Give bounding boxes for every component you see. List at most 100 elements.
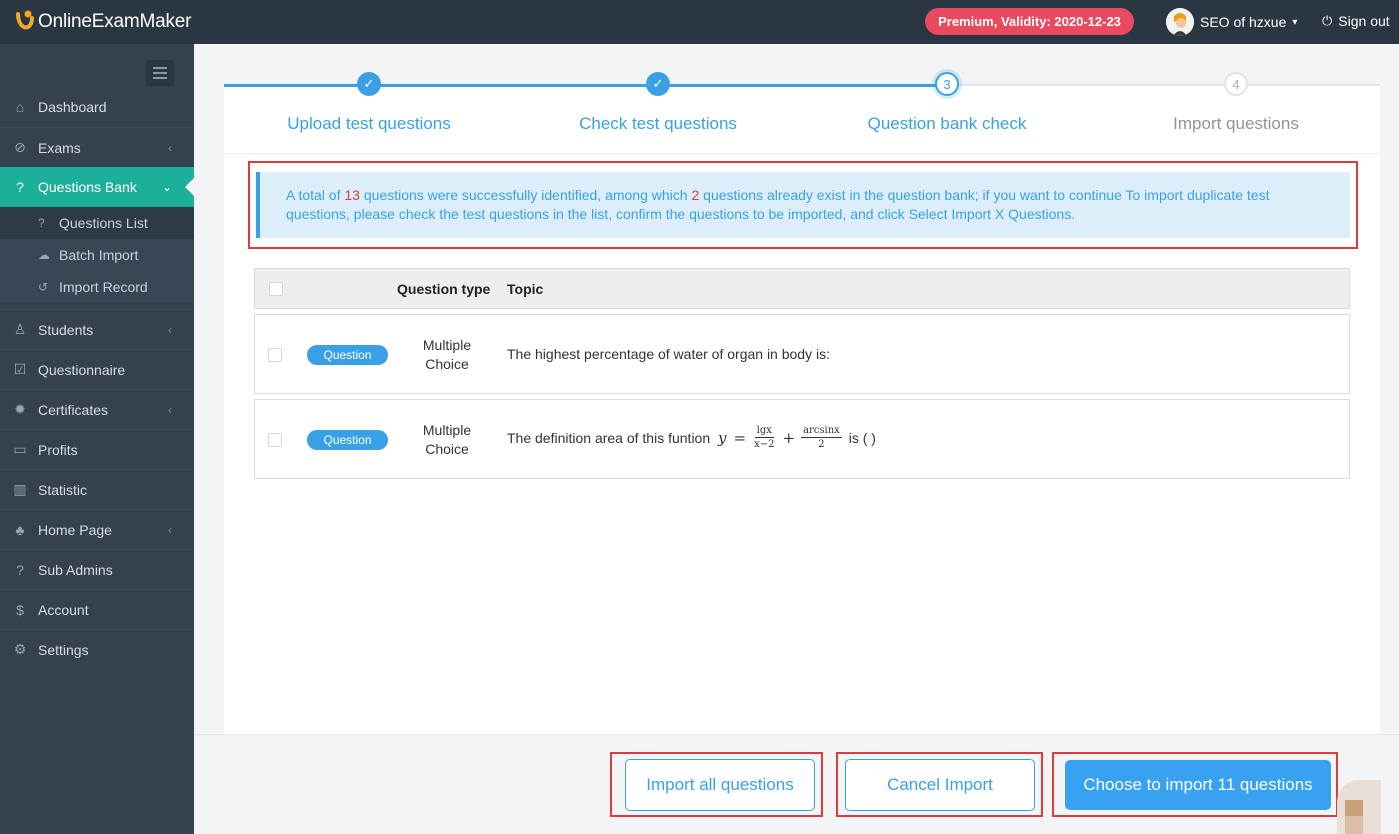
alert-text: A total of 13 questions were successfull… bbox=[286, 186, 1326, 224]
import-all-button[interactable]: Import all questions bbox=[625, 759, 815, 811]
sidebar-item-profits[interactable]: ▭ Profits bbox=[0, 429, 194, 469]
cloud-upload-icon: ☁ bbox=[38, 248, 50, 262]
alert-text-part: A total of bbox=[286, 187, 345, 203]
math-variable: y bbox=[718, 428, 727, 447]
table-row[interactable]: Question Multiple Choice The definition … bbox=[254, 399, 1350, 479]
step-2-check-icon: ✓ bbox=[646, 72, 670, 96]
cancel-import-button[interactable]: Cancel Import bbox=[845, 759, 1035, 811]
select-all-checkbox[interactable] bbox=[269, 282, 283, 296]
math-fraction: lgx x−2 bbox=[752, 425, 776, 450]
sidebar-item-label: Settings bbox=[38, 641, 89, 658]
sidebar-item-questionnaire[interactable]: ☑ Questionnaire bbox=[0, 349, 194, 389]
duplicate-alert: A total of 13 questions were successfull… bbox=[256, 172, 1350, 238]
credit-card-icon: ▭ bbox=[13, 441, 27, 457]
sidebar-item-account[interactable]: $ Account bbox=[0, 589, 194, 629]
sidebar-item-label: Account bbox=[38, 601, 89, 618]
step-3-label: Question bank check bbox=[867, 114, 1027, 133]
chevron-left-icon: ‹ bbox=[168, 402, 172, 417]
sidebar-item-students[interactable]: ♙ Students ‹ bbox=[0, 309, 194, 349]
tree-icon: ♣ bbox=[15, 521, 25, 538]
sidebar-subitem-batch-import[interactable]: ☁ Batch Import bbox=[0, 239, 194, 271]
history-icon: ↺ bbox=[38, 280, 49, 294]
power-icon: ⏻ bbox=[1322, 13, 1333, 28]
question-badge: Question bbox=[307, 345, 388, 365]
sidebar-item-label: Questions Bank bbox=[38, 179, 137, 195]
sidebar-subitem-label: Questions List bbox=[59, 215, 148, 231]
stepper-progress-line bbox=[224, 84, 946, 87]
users-icon: ♙ bbox=[13, 321, 27, 337]
question-circle-icon: ? bbox=[38, 216, 45, 230]
step-1-label: Upload test questions bbox=[287, 114, 451, 133]
sidebar-subitem-questions-list[interactable]: ? Questions List bbox=[0, 207, 194, 239]
stepper-divider bbox=[224, 153, 1380, 154]
signout-label: Sign out bbox=[1338, 13, 1390, 29]
question-type-line: Choice bbox=[425, 441, 469, 457]
table-header: Question type Topic bbox=[254, 268, 1350, 309]
table-row[interactable]: Question Multiple Choice The highest per… bbox=[254, 314, 1350, 394]
sidebar-item-label: Dashboard bbox=[38, 99, 107, 115]
sidebar-item-questions-bank[interactable]: ? Questions Bank ⌄ bbox=[0, 167, 195, 207]
sidebar-subitem-import-record[interactable]: ↺ Import Record bbox=[0, 271, 194, 303]
top-bar: OnlineExamMaker Premium, Validity: 2020-… bbox=[0, 0, 1399, 44]
sidebar: ⌂ Dashboard ⊘ Exams ‹ ? Questions Bank ⌄… bbox=[0, 44, 195, 834]
column-header-type: Question type bbox=[397, 281, 491, 297]
sidebar-item-certificates[interactable]: ✹ Certificates ‹ bbox=[0, 389, 194, 429]
premium-badge[interactable]: Premium, Validity: 2020-12-23 bbox=[925, 8, 1134, 35]
dollar-icon: $ bbox=[16, 601, 24, 618]
topic-text: The definition area of this funtion bbox=[507, 429, 715, 446]
sidebar-item-settings[interactable]: ⚙ Settings bbox=[0, 629, 194, 669]
sidebar-item-exams[interactable]: ⊘ Exams ‹ bbox=[0, 127, 194, 167]
user-menu[interactable]: SEO of hzxue ▾ bbox=[1166, 8, 1297, 36]
sidebar-nav: ⌂ Dashboard ⊘ Exams ‹ ? Questions Bank ⌄… bbox=[0, 87, 195, 669]
sidebar-item-label: Students bbox=[38, 321, 94, 338]
choose-import-button[interactable]: Choose to import 11 questions bbox=[1065, 760, 1331, 810]
sidebar-item-label: Questionnaire bbox=[38, 361, 126, 378]
question-topic: The definition area of this funtion y = … bbox=[507, 425, 876, 450]
sidebar-subitem-label: Import Record bbox=[59, 279, 148, 295]
chevron-left-icon: ‹ bbox=[168, 522, 172, 537]
step-1-check-icon: ✓ bbox=[357, 72, 381, 96]
menu-toggle-button[interactable] bbox=[146, 60, 174, 86]
gear-icon: ⚙ bbox=[13, 641, 27, 657]
gear-badge-icon: ✹ bbox=[14, 401, 26, 417]
sidebar-item-sub-admins[interactable]: ? Sub Admins bbox=[0, 549, 194, 589]
question-topic: The highest percentage of water of organ… bbox=[507, 346, 830, 362]
question-type: Multiple Choice bbox=[400, 421, 494, 459]
signout-link[interactable]: ⏻ Sign out bbox=[1322, 13, 1390, 29]
row-checkbox[interactable] bbox=[268, 433, 282, 447]
step-2-label: Check test questions bbox=[579, 114, 737, 133]
sidebar-item-home-page[interactable]: ♣ Home Page ‹ bbox=[0, 509, 194, 549]
sidebar-item-statistic[interactable]: ▥ Statistic bbox=[0, 469, 194, 509]
question-circle-icon: ? bbox=[16, 179, 24, 195]
topic-text: is ( ) bbox=[844, 429, 876, 446]
chevron-down-icon: ▾ bbox=[1292, 16, 1298, 28]
math-operator: + bbox=[782, 428, 796, 447]
step-3-number: 3 bbox=[935, 72, 959, 96]
sidebar-item-dashboard[interactable]: ⌂ Dashboard bbox=[0, 87, 194, 127]
logo-text: OnlineExamMaker bbox=[38, 11, 192, 32]
math-fraction: arcsinx 2 bbox=[801, 425, 842, 450]
sidebar-item-label: Sub Admins bbox=[38, 561, 113, 578]
chevron-left-icon: ‹ bbox=[168, 322, 172, 337]
step-4-label: Import questions bbox=[1173, 114, 1299, 133]
question-type-line: Multiple bbox=[422, 422, 472, 438]
user-name: SEO of hzxue bbox=[1200, 14, 1287, 30]
alert-total-count: 13 bbox=[344, 187, 360, 203]
chevron-left-icon: ‹ bbox=[168, 140, 172, 155]
question-badge: Question bbox=[307, 430, 388, 450]
fraction-denominator: x−2 bbox=[754, 439, 775, 450]
alert-text-part: questions were successfully identified, … bbox=[359, 187, 692, 203]
fraction-numerator: lgx bbox=[754, 425, 774, 438]
logo[interactable]: OnlineExamMaker bbox=[14, 8, 191, 36]
stepper-remaining-line bbox=[946, 84, 1380, 86]
question-circle-icon: ? bbox=[16, 561, 24, 578]
fraction-denominator: 2 bbox=[818, 439, 825, 450]
sidebar-item-label: Certificates bbox=[38, 401, 109, 418]
step-4-number: 4 bbox=[1224, 72, 1248, 96]
sidebar-item-label: Home Page bbox=[38, 521, 112, 538]
sidebar-item-label: Statistic bbox=[38, 481, 88, 498]
question-type-line: Multiple bbox=[422, 337, 472, 353]
chevron-down-icon: ⌄ bbox=[161, 180, 172, 194]
row-checkbox[interactable] bbox=[268, 348, 282, 362]
column-header-topic: Topic bbox=[507, 281, 544, 297]
